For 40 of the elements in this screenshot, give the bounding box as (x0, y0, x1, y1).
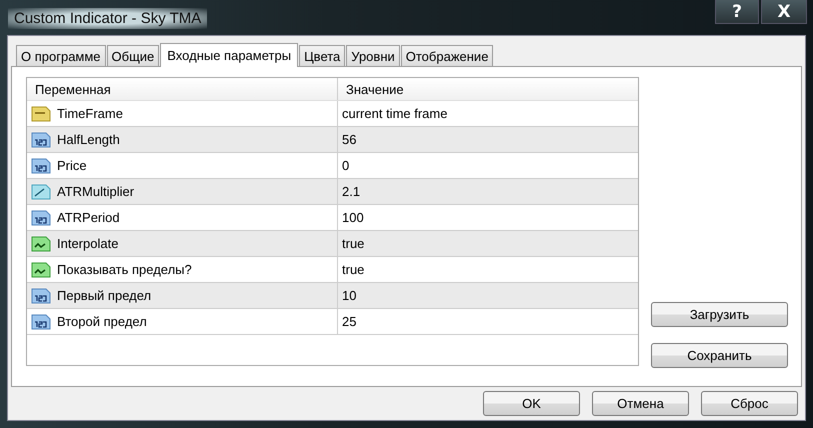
parameter-name: TimeFrame (57, 106, 123, 121)
parameter-value[interactable]: true (342, 262, 364, 277)
parameter-name: Первый предел (57, 288, 152, 303)
number-icon (31, 312, 51, 330)
parameter-value[interactable]: 25 (342, 314, 356, 329)
window-title: Custom Indicator - Sky TMA (8, 8, 208, 29)
parameter-value[interactable]: 0 (342, 158, 350, 173)
parameter-value[interactable]: true (342, 236, 364, 251)
parameter-name: Второй предел (57, 314, 147, 329)
ok-button[interactable]: OK (483, 391, 580, 416)
column-header[interactable]: Переменная (31, 82, 111, 96)
parameter-value[interactable]: 10 (342, 288, 356, 303)
number-icon (31, 156, 51, 174)
reset-button[interactable]: Сброс (701, 391, 798, 416)
parameter-name: HalfLength (57, 132, 120, 147)
tab[interactable]: Отображение (400, 45, 494, 66)
parameter-name: Показывать пределы? (57, 262, 192, 277)
parameter-name: ATRPeriod (57, 210, 120, 225)
number-icon (31, 208, 51, 226)
number-icon (31, 286, 51, 304)
fraction-icon (31, 182, 51, 200)
tab[interactable]: Цвета (299, 45, 346, 66)
parameter-name: Price (57, 158, 87, 173)
close-button[interactable]: X (761, 0, 807, 24)
parameter-name: ATRMultiplier (57, 184, 134, 199)
tab[interactable]: Входные параметры (160, 43, 298, 67)
cancel-button[interactable]: Отмена (592, 391, 689, 416)
parameter-value[interactable]: 2.1 (342, 184, 360, 199)
number-icon (31, 130, 51, 148)
parameter-value[interactable]: 56 (342, 132, 356, 147)
save-button[interactable]: Сохранить (651, 343, 788, 368)
help-button[interactable]: ? (715, 0, 759, 24)
tab[interactable]: О программе (16, 45, 106, 66)
tab[interactable]: Общие (106, 45, 160, 66)
parameter-value[interactable]: 100 (342, 210, 364, 225)
load-button[interactable]: Загрузить (651, 302, 788, 327)
column-header[interactable]: Значение (342, 82, 404, 96)
tab[interactable]: Уровни (346, 45, 400, 66)
parameter-value[interactable]: current time frame (342, 106, 448, 121)
parameter-name: Interpolate (57, 236, 118, 251)
